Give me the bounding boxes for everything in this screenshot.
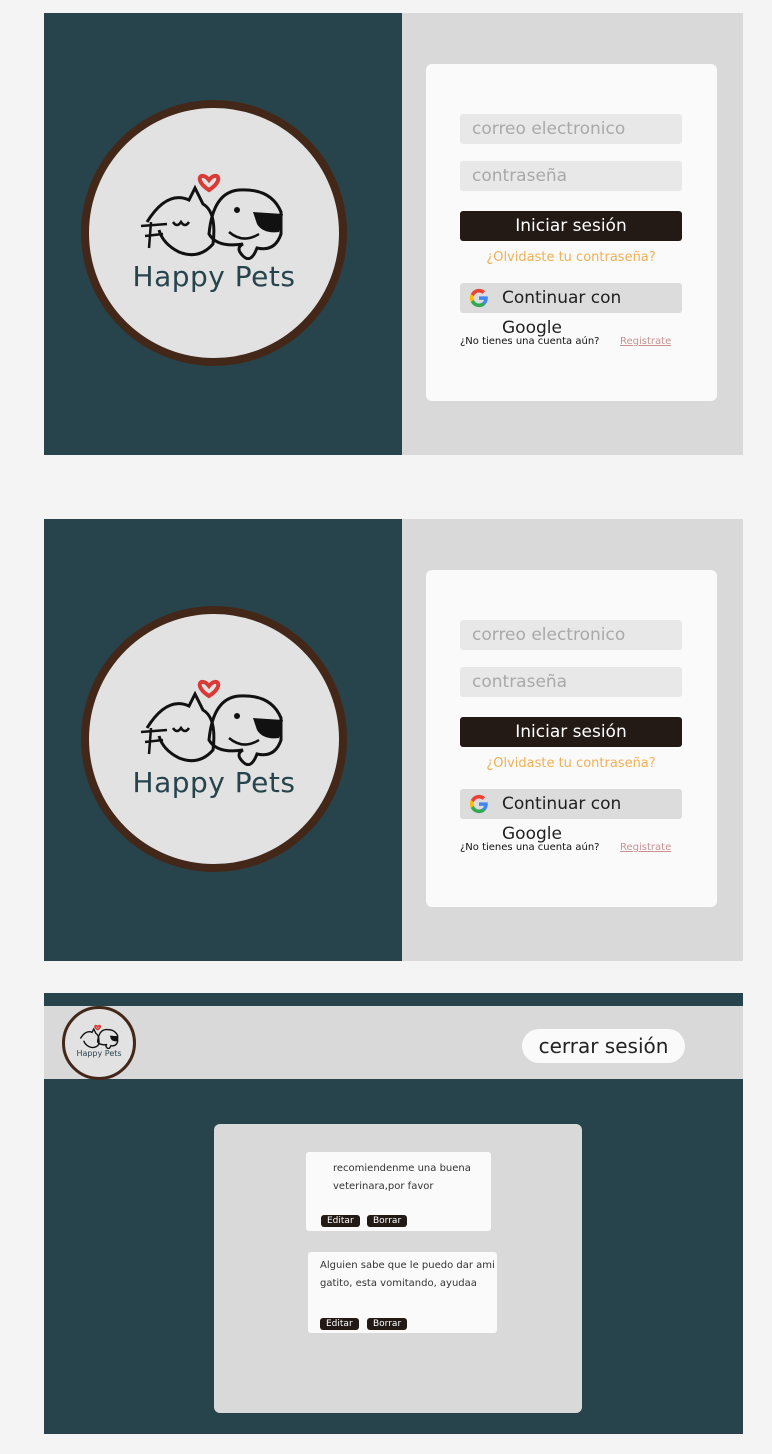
login-button[interactable]: Iniciar sesión	[460, 211, 682, 241]
branding-panel: Happy Pets	[44, 13, 402, 455]
forgot-password-link[interactable]: ¿Olvidaste tu contraseña?	[460, 756, 682, 771]
edit-button[interactable]: Editar	[320, 1318, 359, 1330]
login-button[interactable]: Iniciar sesión	[460, 717, 682, 747]
small-logo[interactable]: Happy Pets	[62, 1006, 136, 1080]
post-card: recomiendenme una buena veterinara,por f…	[306, 1152, 491, 1231]
signup-prompt: ¿No tienes una cuenta aún?	[460, 336, 600, 347]
posts-panel: recomiendenme una buena veterinara,por f…	[214, 1124, 582, 1413]
brand-name: Happy Pets	[132, 766, 296, 799]
login-card: correo electronico contraseña Iniciar se…	[426, 570, 717, 907]
login-panel: correo electronico contraseña Iniciar se…	[402, 519, 743, 961]
signup-link[interactable]: Registrate	[620, 842, 671, 853]
login-panel: correo electronico contraseña Iniciar se…	[402, 13, 743, 455]
post-text: recomiendenme una buena veterinara,por f…	[333, 1163, 471, 1192]
password-field[interactable]: contraseña	[460, 667, 682, 697]
email-field[interactable]: correo electronico	[460, 114, 682, 144]
signup-prompt: ¿No tienes una cuenta aún?	[460, 842, 600, 853]
google-label: Continuar con Google	[502, 288, 622, 338]
google-label: Continuar con Google	[502, 794, 622, 844]
logo-circle: Happy Pets	[81, 100, 347, 366]
brand-name: Happy Pets	[132, 260, 296, 293]
top-bar: Happy Pets cerrar sesión	[44, 1006, 743, 1080]
branding-panel: Happy Pets	[44, 519, 402, 961]
login-card: correo electronico contraseña Iniciar se…	[426, 64, 717, 401]
login-screen-1: Happy Pets correo electronico contraseña…	[44, 13, 743, 455]
post-card: Alguien sabe que le puedo dar ami gatito…	[308, 1252, 497, 1333]
google-icon	[469, 288, 488, 308]
google-login-button[interactable]: Continuar con Google	[460, 789, 682, 844]
pets-logo-icon	[79, 1024, 119, 1049]
brand-name: Happy Pets	[76, 1049, 122, 1058]
password-field[interactable]: contraseña	[460, 161, 682, 191]
delete-button[interactable]: Borrar	[367, 1318, 408, 1330]
pets-logo-icon	[140, 679, 283, 766]
pets-logo-icon	[140, 173, 283, 260]
post-text: Alguien sabe que le puedo dar ami gatito…	[320, 1260, 495, 1289]
google-login-button[interactable]: Continuar con Google	[460, 283, 682, 338]
logo-circle: Happy Pets	[81, 606, 347, 872]
forgot-password-link[interactable]: ¿Olvidaste tu contraseña?	[460, 250, 682, 265]
google-icon	[469, 794, 488, 814]
delete-button[interactable]: Borrar	[367, 1215, 408, 1227]
posts-dashboard: Happy Pets cerrar sesión recomiendenme u…	[44, 993, 743, 1434]
login-screen-2: Happy Pets correo electronico contraseña…	[44, 519, 743, 961]
edit-button[interactable]: Editar	[321, 1215, 360, 1227]
email-field[interactable]: correo electronico	[460, 620, 682, 650]
signup-link[interactable]: Registrate	[620, 336, 671, 347]
logout-button[interactable]: cerrar sesión	[522, 1029, 685, 1063]
